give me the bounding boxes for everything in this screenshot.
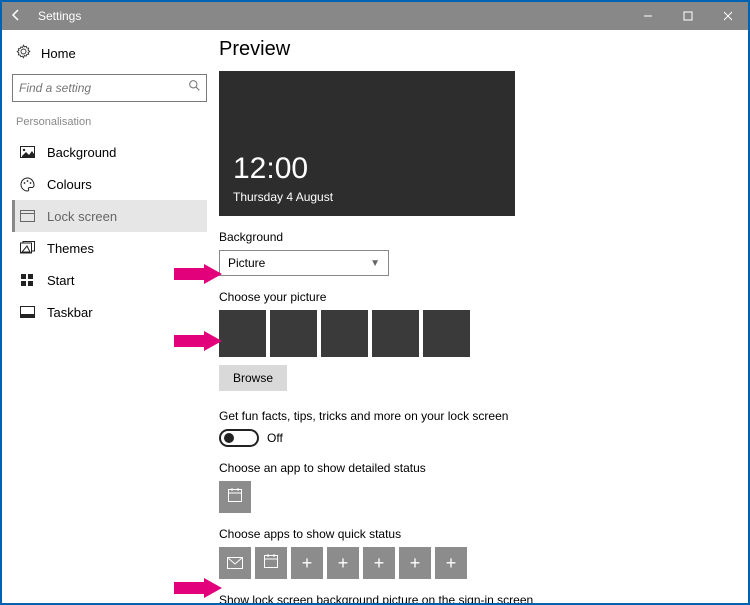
window-title: Settings (30, 9, 628, 23)
search-input[interactable] (12, 74, 207, 102)
annotation-arrow-icon (174, 331, 222, 351)
sidebar-item-label: Taskbar (47, 305, 93, 320)
picture-thumb[interactable] (372, 310, 419, 357)
start-icon (19, 273, 35, 287)
sidebar: Home Personalisation Background Colours … (2, 30, 217, 603)
plus-icon: + (338, 553, 349, 574)
quick-status-slot[interactable]: + (291, 547, 323, 579)
browse-button[interactable]: Browse (219, 365, 287, 391)
sidebar-item-lock-screen[interactable]: Lock screen (12, 200, 207, 232)
back-button[interactable] (2, 8, 30, 25)
quick-status-slot[interactable]: + (327, 547, 359, 579)
detailed-status-slot[interactable] (219, 481, 251, 513)
background-dropdown[interactable]: Picture ▼ (219, 250, 389, 276)
quick-status-slot[interactable] (219, 547, 251, 579)
plus-icon: + (446, 553, 457, 574)
window-titlebar: Settings (2, 2, 748, 30)
category-label: Personalisation (12, 116, 207, 136)
search-icon (182, 79, 206, 97)
funfacts-state: Off (267, 431, 283, 445)
sidebar-item-taskbar[interactable]: Taskbar (12, 296, 207, 328)
calendar-icon (263, 553, 279, 574)
picture-icon (19, 146, 35, 158)
sidebar-item-themes[interactable]: Themes (12, 232, 207, 264)
choose-picture-label: Choose your picture (219, 290, 724, 304)
window-control-buttons (628, 2, 748, 30)
sidebar-item-label: Themes (47, 241, 94, 256)
palette-icon (19, 177, 35, 192)
lockscreen-icon (19, 210, 35, 222)
maximize-button[interactable] (668, 2, 708, 30)
page-title: Preview (219, 38, 724, 61)
home-label: Home (41, 46, 76, 61)
picture-thumb[interactable] (423, 310, 470, 357)
calendar-icon (227, 487, 243, 508)
funfacts-toggle[interactable] (219, 429, 259, 447)
dropdown-value: Picture (228, 256, 265, 270)
sidebar-item-label: Lock screen (47, 209, 117, 224)
quick-status-slot[interactable] (255, 547, 287, 579)
sidebar-item-label: Background (47, 145, 116, 160)
mail-icon (227, 553, 243, 574)
background-label: Background (219, 230, 724, 244)
gear-icon (16, 44, 31, 62)
minimize-button[interactable] (628, 2, 668, 30)
lockscreen-preview: 12:00 Thursday 4 August (219, 71, 515, 216)
home-nav[interactable]: Home (12, 40, 207, 74)
annotation-arrow-icon (174, 264, 222, 284)
picture-thumb[interactable] (219, 310, 266, 357)
taskbar-icon (19, 306, 35, 318)
signin-bg-label: Show lock screen background picture on t… (219, 593, 724, 603)
picture-thumb[interactable] (321, 310, 368, 357)
detailed-status-label: Choose an app to show detailed status (219, 461, 724, 475)
sidebar-item-label: Colours (47, 177, 92, 192)
close-button[interactable] (708, 2, 748, 30)
preview-time: 12:00 (233, 152, 308, 186)
themes-icon (19, 241, 35, 255)
chevron-down-icon: ▼ (370, 258, 380, 269)
preview-date: Thursday 4 August (233, 190, 333, 204)
sidebar-item-background[interactable]: Background (12, 136, 207, 168)
quick-status-label: Choose apps to show quick status (219, 527, 724, 541)
plus-icon: + (410, 553, 421, 574)
plus-icon: + (302, 553, 313, 574)
plus-icon: + (374, 553, 385, 574)
quick-status-slot[interactable]: + (399, 547, 431, 579)
picture-thumb[interactable] (270, 310, 317, 357)
main-content: Preview 12:00 Thursday 4 August Backgrou… (217, 30, 748, 603)
picture-thumbnails (219, 310, 724, 357)
quick-status-slot[interactable]: + (363, 547, 395, 579)
annotation-arrow-icon (174, 578, 222, 598)
sidebar-item-colours[interactable]: Colours (12, 168, 207, 200)
funfacts-label: Get fun facts, tips, tricks and more on … (219, 409, 724, 423)
search-field[interactable] (13, 81, 182, 95)
sidebar-item-label: Start (47, 273, 74, 288)
quick-status-slot[interactable]: + (435, 547, 467, 579)
